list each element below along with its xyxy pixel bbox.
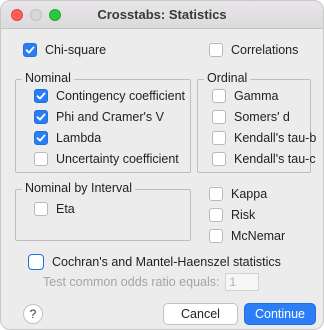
checkmark-icon <box>25 46 35 54</box>
continue-button[interactable]: Continue <box>244 303 316 325</box>
correlations-checkbox[interactable]: Correlations <box>209 43 298 57</box>
odds-ratio-label: Test common odds ratio equals: <box>43 275 220 289</box>
contingency-coefficient-label: Contingency coefficient <box>56 89 186 103</box>
cochran-mantel-haenszel-label: Cochran's and Mantel-Haenszel statistics <box>52 255 281 269</box>
title-bar: Crosstabs: Statistics <box>1 1 323 29</box>
kendalls-tau-b-checkbox[interactable]: Kendall's tau-b <box>212 131 316 145</box>
somers-d-checkbox[interactable]: Somers' d <box>212 110 290 124</box>
checkbox-box[interactable] <box>34 131 48 145</box>
checkbox-box[interactable] <box>34 89 48 103</box>
checkbox-box[interactable] <box>209 208 223 222</box>
window-title: Crosstabs: Statistics <box>97 7 227 22</box>
chi-square-checkbox[interactable]: Chi-square <box>23 43 106 57</box>
mcnemar-label: McNemar <box>231 229 286 243</box>
nominal-group-title: Nominal <box>22 71 74 85</box>
kappa-checkbox[interactable]: Kappa <box>209 187 267 201</box>
kappa-label: Kappa <box>231 187 268 201</box>
eta-checkbox[interactable]: Eta <box>34 202 75 216</box>
checkbox-box[interactable] <box>209 43 223 57</box>
ordinal-group-title: Ordinal <box>204 71 251 85</box>
checkbox-box[interactable] <box>34 110 48 124</box>
uncertainty-coefficient-label: Uncertainty coefficient <box>56 152 179 166</box>
checkbox-box[interactable] <box>34 202 48 216</box>
checkbox-box[interactable] <box>212 152 226 166</box>
checkbox-box[interactable] <box>212 110 226 124</box>
cochran-mantel-haenszel-checkbox[interactable]: Cochran's and Mantel-Haenszel statistics <box>28 254 281 270</box>
lambda-label: Lambda <box>56 131 102 145</box>
checkbox-box[interactable] <box>212 131 226 145</box>
cancel-button[interactable]: Cancel <box>163 303 238 325</box>
phi-cramers-v-checkbox[interactable]: Phi and Cramer's V <box>34 110 164 124</box>
correlations-label: Correlations <box>231 43 299 57</box>
somers-d-label: Somers' d <box>234 110 290 124</box>
gamma-checkbox[interactable]: Gamma <box>212 89 278 103</box>
lambda-checkbox[interactable]: Lambda <box>34 131 101 145</box>
kendalls-tau-c-label: Kendall's tau-c <box>234 152 316 166</box>
checkbox-box-focused[interactable] <box>28 254 44 270</box>
risk-checkbox[interactable]: Risk <box>209 208 255 222</box>
contingency-coefficient-checkbox[interactable]: Contingency coefficient <box>34 89 185 103</box>
gamma-label: Gamma <box>234 89 279 103</box>
odds-ratio-input[interactable] <box>225 273 260 291</box>
help-button[interactable]: ? <box>23 304 43 324</box>
checkbox-box[interactable] <box>209 229 223 243</box>
checkmark-icon <box>36 134 46 142</box>
phi-cramers-v-label: Phi and Cramer's V <box>56 110 164 124</box>
eta-label: Eta <box>56 202 75 216</box>
checkbox-box[interactable] <box>212 89 226 103</box>
checkmark-icon <box>36 92 46 100</box>
checkbox-box[interactable] <box>209 187 223 201</box>
kendalls-tau-c-checkbox[interactable]: Kendall's tau-c <box>212 152 316 166</box>
nominal-by-interval-group-title: Nominal by Interval <box>22 181 135 195</box>
checkbox-box[interactable] <box>23 43 37 57</box>
risk-label: Risk <box>231 208 256 222</box>
chi-square-label: Chi-square <box>45 43 107 57</box>
checkmark-icon <box>36 113 46 121</box>
dialog-window: Crosstabs: Statistics Chi-square Correla… <box>0 0 324 330</box>
odds-ratio-row: Test common odds ratio equals: <box>43 273 260 291</box>
uncertainty-coefficient-checkbox[interactable]: Uncertainty coefficient <box>34 152 179 166</box>
kendalls-tau-b-label: Kendall's tau-b <box>234 131 317 145</box>
mcnemar-checkbox[interactable]: McNemar <box>209 229 285 243</box>
checkbox-box[interactable] <box>34 152 48 166</box>
